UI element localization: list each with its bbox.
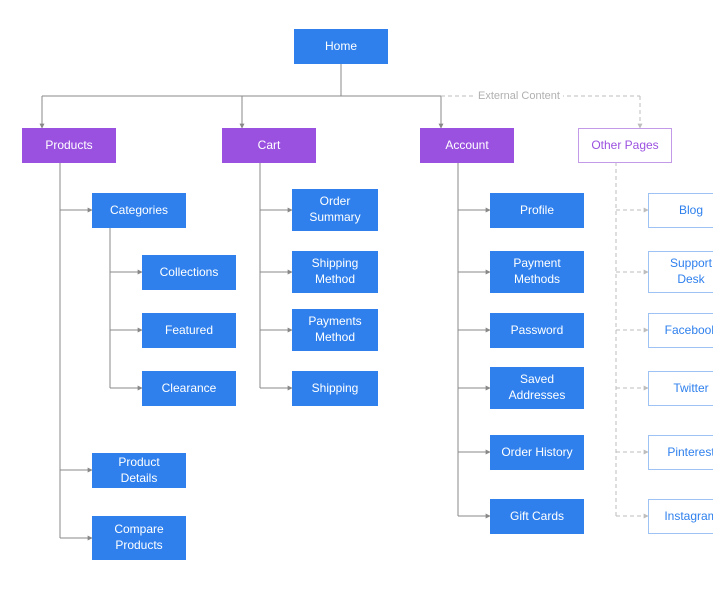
- node-compare-products[interactable]: Compare Products: [92, 516, 186, 560]
- node-home[interactable]: Home: [294, 29, 388, 64]
- node-password[interactable]: Password: [490, 313, 584, 348]
- node-clearance[interactable]: Clearance: [142, 371, 236, 406]
- connector-lines: [0, 0, 713, 602]
- node-blog[interactable]: Blog: [648, 193, 713, 228]
- node-instagram[interactable]: Instagram: [648, 499, 713, 534]
- node-header-account[interactable]: Account: [420, 128, 514, 163]
- node-payments-method[interactable]: Payments Method: [292, 309, 378, 351]
- node-saved-addresses[interactable]: Saved Addresses: [490, 367, 584, 409]
- node-support-desk[interactable]: Support Desk: [648, 251, 713, 293]
- node-gift-cards[interactable]: Gift Cards: [490, 499, 584, 534]
- external-content-label: External Content: [475, 90, 563, 102]
- node-featured[interactable]: Featured: [142, 313, 236, 348]
- node-header-products[interactable]: Products: [22, 128, 116, 163]
- node-shipping-method[interactable]: Shipping Method: [292, 251, 378, 293]
- node-order-summary[interactable]: Order Summary: [292, 189, 378, 231]
- node-collections[interactable]: Collections: [142, 255, 236, 290]
- node-pinterest[interactable]: Pinterest: [648, 435, 713, 470]
- node-header-other-pages[interactable]: Other Pages: [578, 128, 672, 163]
- node-payment-methods[interactable]: Payment Methods: [490, 251, 584, 293]
- node-header-cart[interactable]: Cart: [222, 128, 316, 163]
- node-order-history[interactable]: Order History: [490, 435, 584, 470]
- node-facebook[interactable]: Facebook: [648, 313, 713, 348]
- node-product-details[interactable]: Product Details: [92, 453, 186, 488]
- node-profile[interactable]: Profile: [490, 193, 584, 228]
- node-shipping[interactable]: Shipping: [292, 371, 378, 406]
- node-categories[interactable]: Categories: [92, 193, 186, 228]
- node-twitter[interactable]: Twitter: [648, 371, 713, 406]
